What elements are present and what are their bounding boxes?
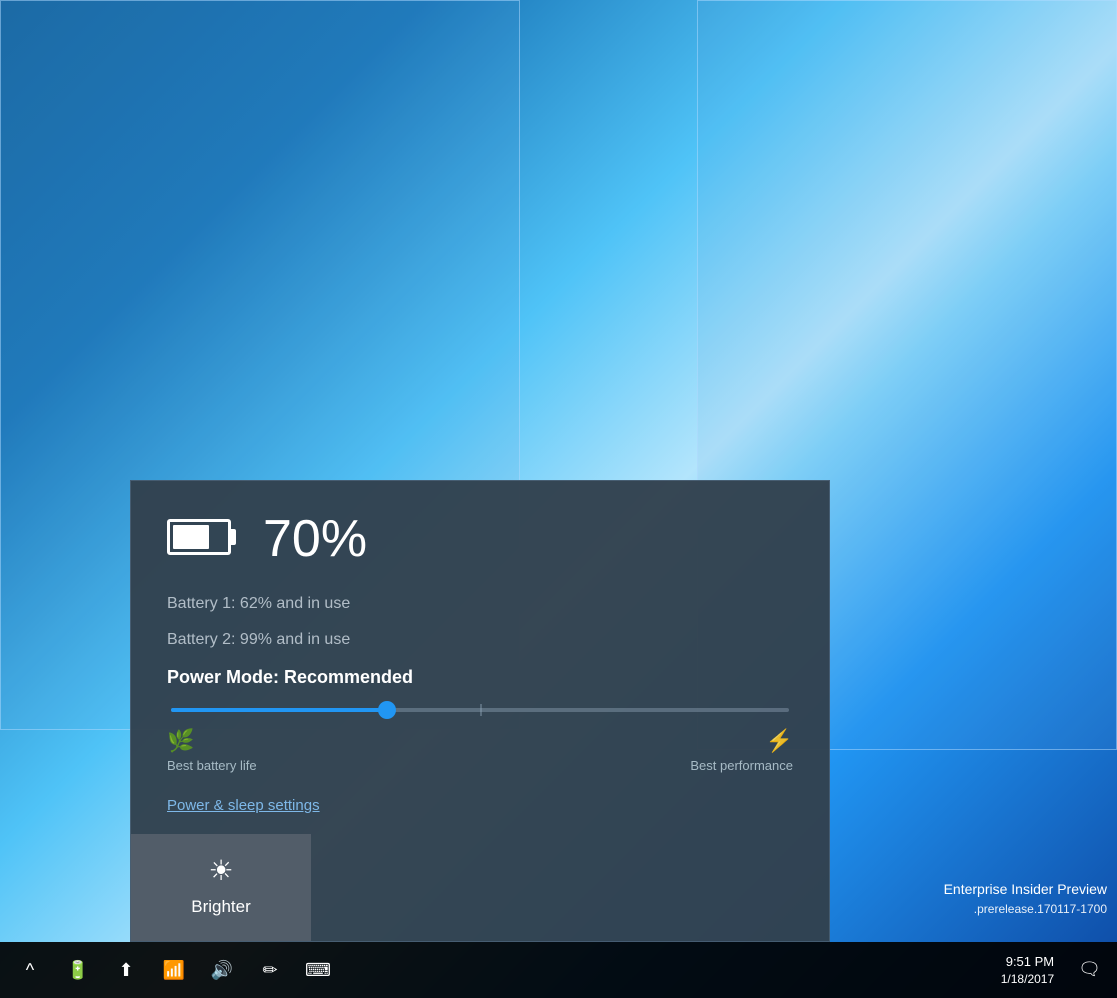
- battery-tip: [231, 529, 236, 545]
- battery-details: Battery 1: 62% and in use Battery 2: 99%…: [167, 595, 793, 649]
- chevron-icon: ^: [26, 960, 34, 981]
- battery-icon-large: [167, 519, 239, 559]
- battery-taskbar-icon: 🔋: [67, 960, 89, 981]
- brightness-icon: ☀: [208, 854, 233, 887]
- slider-labels: 🌿 Best battery life ⚡ Best performance: [167, 728, 793, 773]
- popup-bottom: ☀ Brighter: [131, 834, 829, 941]
- watermark: Enterprise Insider Preview .prerelease.1…: [944, 879, 1107, 918]
- battery-percent: 70%: [263, 513, 367, 565]
- taskbar-wifi-icon[interactable]: 📶: [152, 948, 196, 992]
- brighter-label: Brighter: [191, 897, 251, 917]
- volume-icon: 🔊: [211, 960, 233, 981]
- slider-fill: [171, 708, 387, 712]
- taskbar-battery-icon[interactable]: 🔋: [56, 948, 100, 992]
- keyboard-icon: ⌨: [305, 960, 331, 981]
- upload-icon: ⬆: [118, 960, 133, 981]
- slider-label-right: ⚡ Best performance: [690, 728, 793, 773]
- notification-icon: 🗨: [1078, 959, 1101, 979]
- power-mode-slider[interactable]: [167, 708, 793, 712]
- best-performance-label: Best performance: [690, 758, 793, 773]
- clock-area[interactable]: 9:51 PM 1/18/2017: [993, 949, 1062, 992]
- slider-thumb[interactable]: [378, 701, 396, 719]
- clock-time: 9:51 PM: [1006, 953, 1054, 971]
- performance-icon: ⚡: [766, 728, 793, 754]
- pen-icon: ✏: [262, 960, 277, 981]
- taskbar-expand-button[interactable]: ^: [8, 948, 52, 992]
- battery2-detail: Battery 2: 99% and in use: [167, 631, 793, 649]
- watermark-line2: .prerelease.170117-1700: [944, 900, 1107, 918]
- battery-fill: [173, 525, 209, 549]
- taskbar-keyboard-icon[interactable]: ⌨: [296, 948, 340, 992]
- taskbar: ^ 🔋 ⬆ 📶 🔊 ✏ ⌨ 9:51 PM 1/18/2017 🗨: [0, 942, 1117, 998]
- battery-life-icon: 🌿: [167, 728, 194, 754]
- notification-button[interactable]: 🗨: [1070, 955, 1109, 984]
- battery1-detail: Battery 1: 62% and in use: [167, 595, 793, 613]
- taskbar-left: ^ 🔋 ⬆ 📶 🔊 ✏ ⌨: [8, 948, 340, 992]
- clock-date: 1/18/2017: [1001, 971, 1054, 988]
- battery-popup: 70% Battery 1: 62% and in use Battery 2:…: [130, 480, 830, 942]
- taskbar-volume-icon[interactable]: 🔊: [200, 948, 244, 992]
- power-mode-label: Power Mode: Recommended: [167, 667, 793, 688]
- slider-tick: [480, 704, 482, 716]
- slider-label-left: 🌿 Best battery life: [167, 728, 257, 773]
- slider-track: [171, 708, 789, 712]
- taskbar-upload-icon[interactable]: ⬆: [104, 948, 148, 992]
- brighter-button[interactable]: ☀ Brighter: [131, 834, 311, 941]
- best-battery-label: Best battery life: [167, 758, 257, 773]
- taskbar-right: 9:51 PM 1/18/2017 🗨: [993, 949, 1109, 992]
- watermark-line1: Enterprise Insider Preview: [944, 879, 1107, 900]
- power-sleep-settings-link[interactable]: Power & sleep settings: [167, 797, 320, 814]
- taskbar-pen-icon[interactable]: ✏: [248, 948, 292, 992]
- battery-header: 70%: [167, 513, 793, 565]
- wifi-icon: 📶: [163, 960, 185, 981]
